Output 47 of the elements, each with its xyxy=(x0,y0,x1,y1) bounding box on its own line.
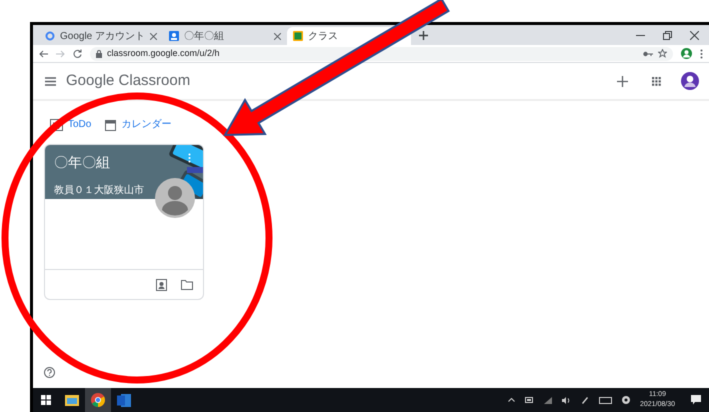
keyboard-icon[interactable] xyxy=(598,396,612,404)
document-icon xyxy=(117,394,131,406)
folder-icon xyxy=(65,394,79,406)
battery-icon[interactable] xyxy=(524,397,534,403)
account-avatar-icon[interactable] xyxy=(681,72,699,90)
nav-link[interactable]: ToDo xyxy=(50,117,92,132)
folder-icon[interactable] xyxy=(181,280,193,290)
nav-link[interactable]: カレンダー xyxy=(105,117,172,132)
windows-icon[interactable] xyxy=(41,395,51,405)
browser-tab[interactable]: Google アカウント xyxy=(39,27,163,45)
card-title[interactable]: 〇年〇組 xyxy=(54,152,144,173)
add-icon[interactable] xyxy=(617,76,628,86)
reload-icon[interactable] xyxy=(73,49,82,58)
calendar-icon xyxy=(105,118,116,130)
class-card[interactable]: 〇年〇組 教員０１大阪狭山市 xyxy=(44,144,204,300)
chrome-icon xyxy=(91,393,105,407)
teacher-avatar-icon xyxy=(155,178,195,218)
signal-icon[interactable] xyxy=(544,396,552,404)
address-bar[interactable]: classroom.google.com/u/2/h xyxy=(90,46,673,60)
menu-icon[interactable] xyxy=(45,76,56,86)
key-icon[interactable] xyxy=(643,50,653,56)
profile-avatar-icon[interactable] xyxy=(681,48,692,59)
new-tab-icon[interactable] xyxy=(419,31,428,40)
star-icon[interactable] xyxy=(658,49,667,58)
close-icon[interactable] xyxy=(150,32,157,40)
back-icon[interactable] xyxy=(39,50,48,58)
portfolio-icon[interactable] xyxy=(156,278,167,290)
person-icon xyxy=(169,31,179,41)
notification-icon[interactable] xyxy=(691,395,701,405)
lock-icon xyxy=(96,50,102,58)
speaker-icon[interactable] xyxy=(562,396,571,404)
app-title[interactable]: Google Classroom xyxy=(66,70,190,92)
pen-icon[interactable] xyxy=(580,396,589,404)
chevron-up-icon[interactable] xyxy=(508,398,515,402)
ime-icon[interactable] xyxy=(622,396,630,404)
taskbar-app[interactable] xyxy=(85,388,111,412)
restore-icon[interactable] xyxy=(663,31,672,40)
help-icon[interactable] xyxy=(44,367,55,378)
apps-grid-icon[interactable] xyxy=(652,76,661,86)
more-icon[interactable] xyxy=(700,48,703,58)
close-icon[interactable] xyxy=(274,32,281,40)
checklist-icon xyxy=(50,118,63,130)
browser-tab[interactable]: 〇年〇組 xyxy=(163,27,287,45)
card-subtitle: 教員０１大阪狭山市 xyxy=(54,184,144,198)
more-icon[interactable] xyxy=(188,153,191,163)
close-icon[interactable] xyxy=(690,31,699,40)
classroom-icon xyxy=(293,31,303,41)
